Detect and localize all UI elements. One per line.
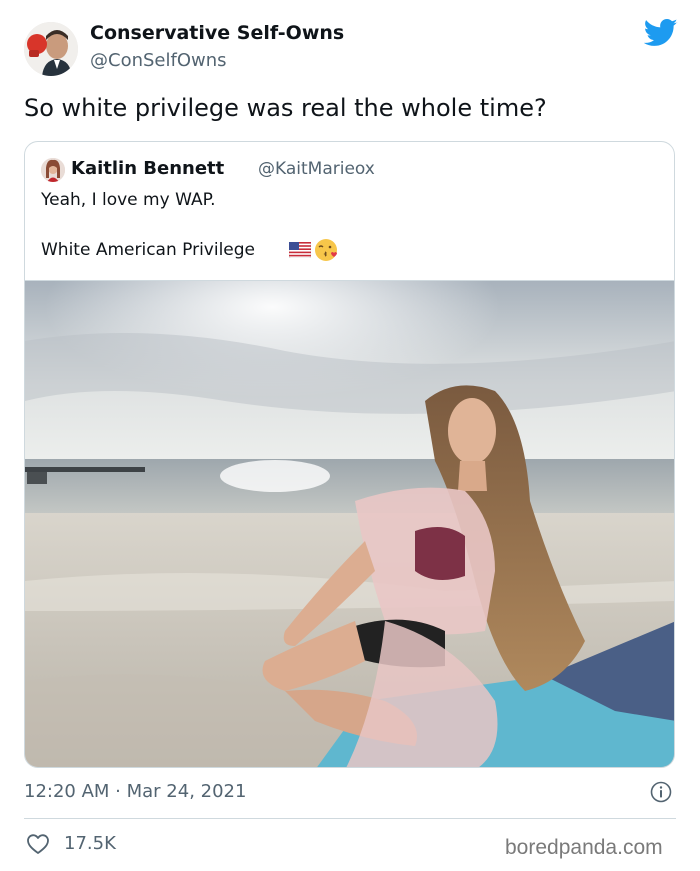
tweet-timestamp[interactable]: 12:20 AM · Mar 24, 2021: [24, 781, 246, 802]
author-display-name[interactable]: Conservative Self-Owns: [90, 22, 344, 44]
quoted-tweet[interactable]: Kaitlin Bennett @KaitMarieox Yeah, I lov…: [24, 141, 675, 768]
tweet-card: Conservative Self-Owns @ConSelfOwns So w…: [0, 0, 700, 871]
info-icon[interactable]: [650, 781, 672, 803]
watermark: boredpanda.com: [505, 836, 663, 859]
quoted-text-line-1: Yeah, I love my WAP.: [41, 190, 216, 210]
quoted-tweet-photo[interactable]: [25, 280, 674, 767]
divider: [24, 818, 676, 819]
face-blowing-kiss-icon: [314, 238, 338, 262]
quoted-text-line-2: White American Privilege: [41, 240, 256, 260]
quoted-handle[interactable]: @KaitMarieox: [258, 159, 375, 179]
author-handle[interactable]: @ConSelfOwns: [90, 50, 227, 71]
like-count: 17.5K: [64, 833, 116, 854]
heart-icon[interactable]: [26, 833, 50, 855]
us-flag-icon: [288, 241, 312, 259]
twitter-bird-icon[interactable]: [643, 18, 678, 48]
author-avatar[interactable]: [24, 22, 78, 76]
quoted-display-name[interactable]: Kaitlin Bennett: [71, 158, 224, 179]
quoted-author-avatar[interactable]: [41, 158, 65, 182]
tweet-text: So white privilege was real the whole ti…: [24, 94, 547, 122]
